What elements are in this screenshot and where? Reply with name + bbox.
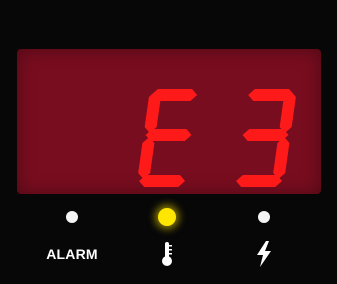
digit-E	[138, 89, 198, 187]
alarm-indicator: ALARM	[42, 211, 102, 271]
error-code-readout	[138, 89, 296, 187]
alarm-label: ALARM	[46, 246, 98, 262]
temperature-indicator	[137, 208, 197, 271]
power-led	[258, 211, 270, 223]
seven-segment-display	[17, 49, 321, 194]
temperature-led	[158, 208, 176, 226]
thermometer-icon	[162, 242, 172, 266]
power-indicator	[234, 211, 294, 271]
lightning-bolt-icon	[257, 241, 271, 267]
digit-3	[236, 89, 296, 187]
controller-panel: ALARM	[0, 0, 337, 284]
alarm-led	[66, 211, 78, 223]
